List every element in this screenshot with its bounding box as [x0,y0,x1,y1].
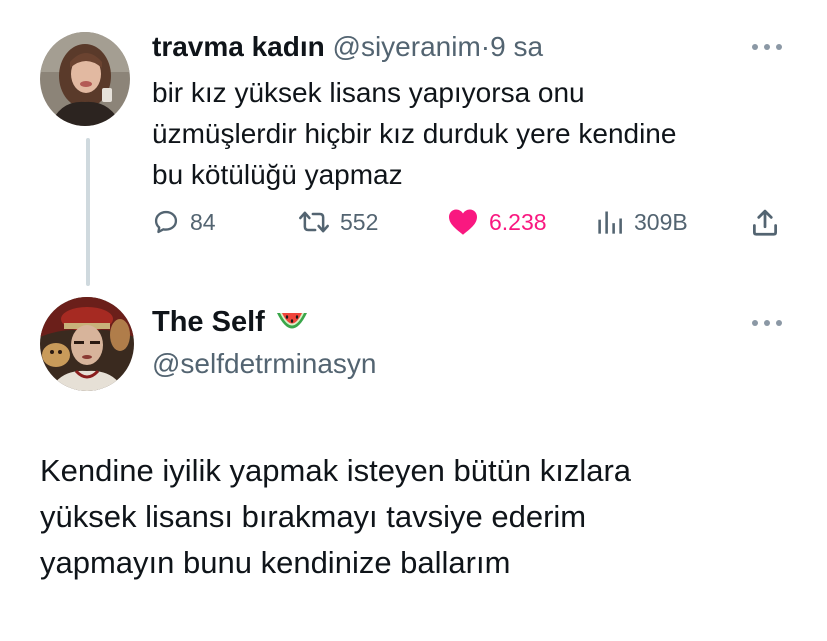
reply-icon [154,210,178,234]
tweet1-body: bir kız yüksek lisans yapıyorsa onu üzmü… [152,72,772,195]
reply-button[interactable]: 84 [152,208,216,236]
share-icon [753,209,777,236]
tweet2-body: Kendine iyilik yapmak isteyen bütün kızl… [40,448,800,586]
thread-line [86,138,90,286]
avatar-photo [40,297,134,391]
reply-count: 84 [190,208,216,235]
tweet-text-line: Kendine iyilik yapmak isteyen bütün kızl… [40,453,632,488]
tweet2-author[interactable]: The Self [152,304,309,340]
retweet-icon [299,211,329,233]
views-button[interactable]: 309B [596,208,688,236]
more-icon[interactable] [752,318,782,328]
author-name[interactable]: travma kadın [152,31,325,62]
author-handle[interactable]: @siyeranim [333,31,481,62]
avatar[interactable] [40,32,130,126]
tweet-text-line: yapmayın bunu kendinize ballarım [40,545,511,580]
tweet-text-line: üzmüşlerdir hiçbir kız durduk yere kendi… [152,118,677,149]
views-count: 309B [634,208,688,235]
share-button[interactable] [750,208,780,238]
timestamp[interactable]: 9 sa [490,31,543,62]
retweet-button[interactable]: 552 [298,208,378,236]
more-icon[interactable] [752,42,782,52]
avatar[interactable] [40,297,134,391]
avatar-photo [40,32,130,126]
tweet-text-line: bu kötülüğü yapmaz [152,159,403,190]
retweet-count: 552 [340,208,379,235]
tweet-text-line: yüksek lisansı bırakmayı tavsiye ederim [40,499,587,534]
author-handle[interactable]: @selfdetrminasyn [152,346,377,382]
separator-dot: · [480,31,491,62]
tweet-text-line: bir kız yüksek lisans yapıyorsa onu [152,77,585,108]
like-button[interactable]: 6.238 [447,208,547,236]
author-name: The Self [152,306,265,338]
views-icon [598,211,622,234]
like-count: 6.238 [489,208,547,235]
heart-icon [449,209,477,235]
watermelon-icon [276,313,307,329]
tweet1-header: travma kadın @siyeranim·9 sa [152,30,543,64]
